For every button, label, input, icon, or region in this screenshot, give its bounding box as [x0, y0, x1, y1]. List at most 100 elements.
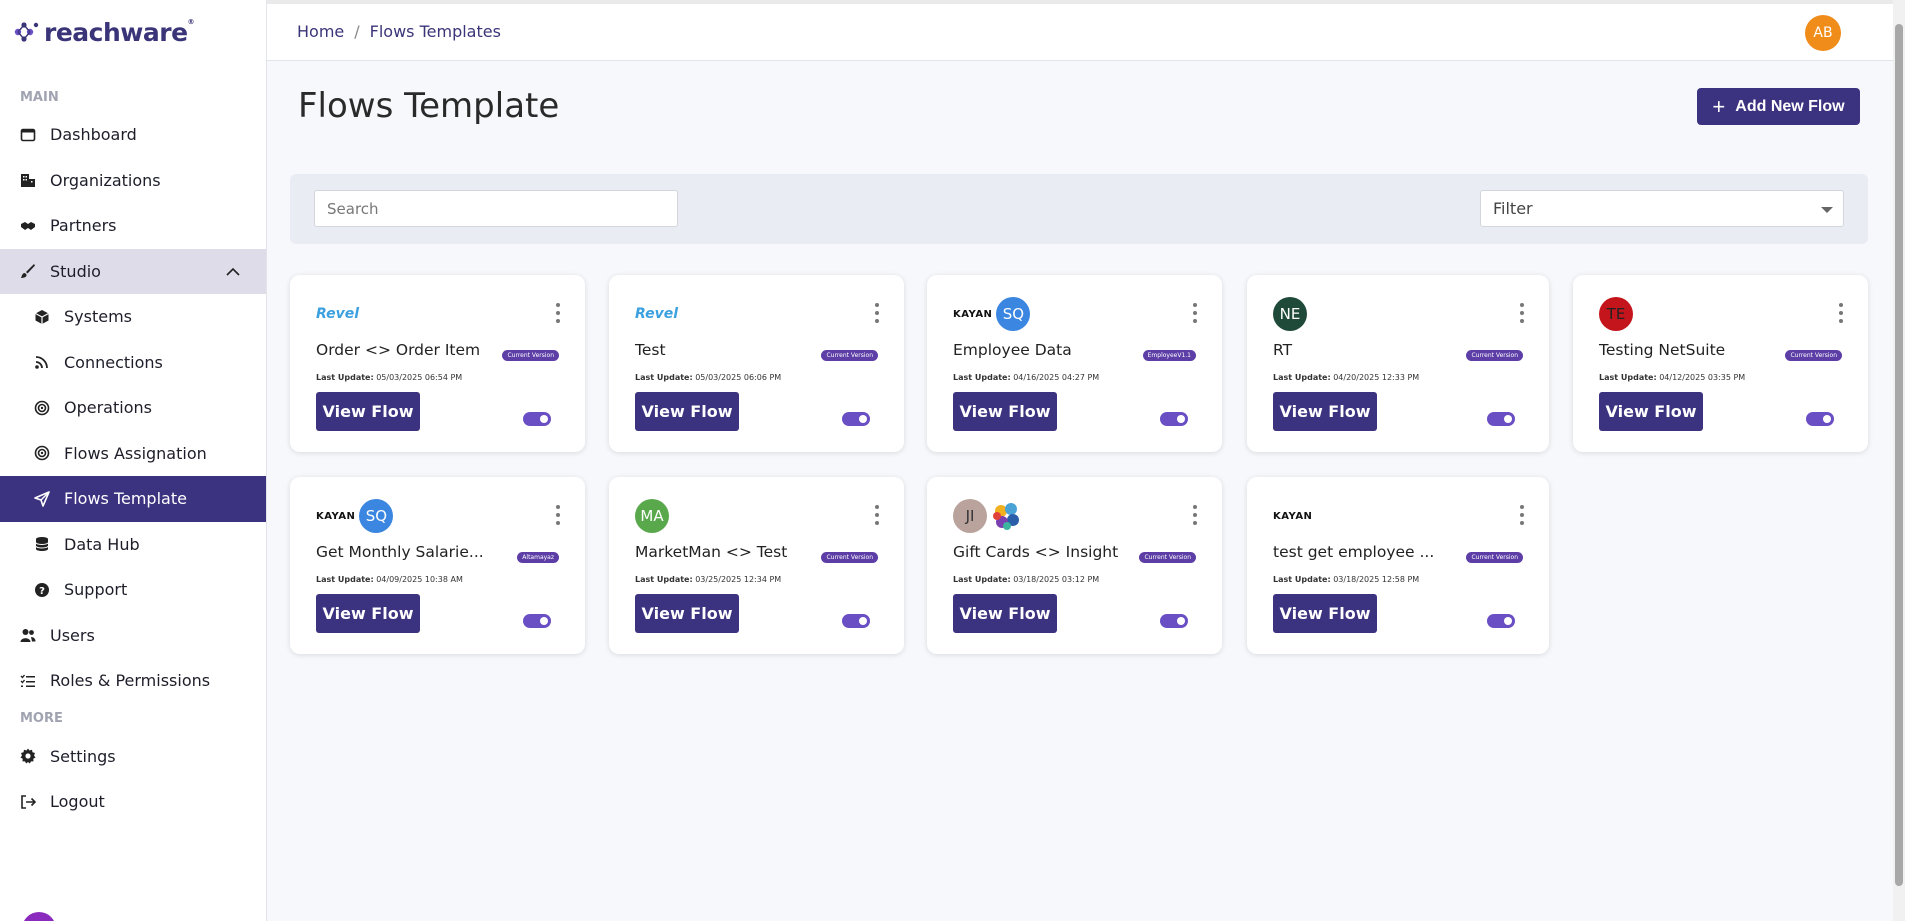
- sidebar-item-users[interactable]: Users: [0, 613, 266, 659]
- section-label-main: MAIN: [20, 89, 59, 105]
- sidebar-item-dashboard[interactable]: Dashboard: [0, 112, 266, 158]
- flow-card: NE RT Current Version Last Update: 04/20…: [1247, 275, 1549, 452]
- version-badge: Current Version: [821, 552, 878, 563]
- last-update-label: Last Update:: [1273, 575, 1331, 584]
- insight-logo-icon: [993, 503, 1019, 530]
- view-flow-button[interactable]: View Flow: [316, 392, 420, 431]
- card-logo: JI: [953, 499, 1023, 533]
- chevron-up-icon[interactable]: [224, 263, 242, 281]
- flow-card: KAYAN test get employee ... Current Vers…: [1247, 477, 1549, 654]
- more-vertical-icon[interactable]: [874, 303, 880, 323]
- sidebar-item-support[interactable]: ? Support: [0, 567, 266, 613]
- sidebar-item-operations[interactable]: Operations: [0, 385, 266, 431]
- sidebar-item-flows-assignation[interactable]: Flows Assignation: [0, 431, 266, 477]
- last-update: Last Update: 04/20/2025 12:33 PM: [1273, 373, 1419, 382]
- database-icon: [34, 536, 50, 552]
- help-icon: ?: [34, 582, 50, 598]
- flow-card: Revel Test Current Version Last Update: …: [609, 275, 904, 452]
- flow-card: JI Gift Cards <> Insight Current Version…: [927, 477, 1222, 654]
- active-toggle[interactable]: [1160, 412, 1188, 426]
- more-vertical-icon[interactable]: [1838, 303, 1844, 323]
- plus-icon: +: [1712, 93, 1726, 119]
- sidebar-item-data-hub[interactable]: Data Hub: [0, 522, 266, 568]
- active-toggle[interactable]: [1806, 412, 1834, 426]
- active-toggle[interactable]: [842, 614, 870, 628]
- sidebar-item-organizations[interactable]: Organizations: [0, 158, 266, 204]
- active-toggle[interactable]: [523, 614, 551, 628]
- card-logo: KAYAN: [1273, 499, 1314, 533]
- version-badge: Current Version: [821, 350, 878, 361]
- more-vertical-icon[interactable]: [1519, 303, 1525, 323]
- last-update-date: 03/18/2025 03:12 PM: [1013, 575, 1100, 584]
- last-update-date: 04/09/2025 10:38 AM: [376, 575, 463, 584]
- user-avatar[interactable]: AB: [1805, 15, 1841, 51]
- more-vertical-icon[interactable]: [1192, 303, 1198, 323]
- active-toggle[interactable]: [1487, 614, 1515, 628]
- sidebar: reachware® MAIN Dashboard Organizations …: [0, 0, 267, 921]
- view-flow-button[interactable]: View Flow: [953, 392, 1057, 431]
- view-flow-button[interactable]: View Flow: [316, 594, 420, 633]
- last-update-label: Last Update:: [1599, 373, 1657, 382]
- active-toggle[interactable]: [1487, 412, 1515, 426]
- version-badge: Current Version: [1466, 552, 1523, 563]
- sidebar-item-studio[interactable]: Studio: [0, 248, 266, 294]
- view-flow-button[interactable]: View Flow: [1599, 392, 1703, 431]
- sidebar-item-label: Settings: [50, 746, 116, 766]
- view-flow-button[interactable]: View Flow: [1273, 594, 1377, 633]
- sidebar-item-systems[interactable]: Systems: [0, 294, 266, 340]
- card-logo: TE: [1599, 297, 1633, 331]
- last-update-label: Last Update:: [316, 575, 374, 584]
- sidebar-item-flows-template[interactable]: Flows Template: [0, 476, 266, 522]
- target-icon: [34, 445, 50, 461]
- system-avatar: MA: [635, 499, 669, 533]
- last-update-label: Last Update:: [1273, 373, 1331, 382]
- brand-logo[interactable]: reachware®: [0, 0, 266, 64]
- active-toggle[interactable]: [842, 412, 870, 426]
- card-title: Gift Cards <> Insight: [953, 543, 1119, 561]
- search-input[interactable]: [314, 190, 678, 227]
- active-toggle[interactable]: [1160, 614, 1188, 628]
- add-new-flow-button[interactable]: + Add New Flow: [1697, 88, 1860, 125]
- scrollbar-thumb[interactable]: [1895, 24, 1903, 886]
- sidebar-item-label: Flows Template: [64, 489, 187, 509]
- flow-card: KAYAN SQ Employee Data EmployeeV1.1 Last …: [927, 275, 1222, 452]
- card-title: Employee Data: [953, 341, 1072, 359]
- sidebar-item-label: Studio: [50, 261, 101, 281]
- svg-text:?: ?: [39, 586, 45, 597]
- scrollbar[interactable]: [1893, 0, 1905, 921]
- active-toggle[interactable]: [523, 412, 551, 426]
- send-icon: [34, 490, 50, 507]
- view-flow-button[interactable]: View Flow: [635, 392, 739, 431]
- sidebar-item-label: Partners: [50, 216, 117, 236]
- dashboard-icon: [20, 127, 36, 143]
- handshake-icon: [20, 218, 36, 234]
- filter-select[interactable]: Filter: [1480, 190, 1844, 227]
- view-flow-button[interactable]: View Flow: [635, 594, 739, 633]
- view-flow-button[interactable]: View Flow: [1273, 392, 1377, 431]
- sidebar-item-partners[interactable]: Partners: [0, 203, 266, 249]
- last-update-label: Last Update:: [953, 575, 1011, 584]
- last-update-date: 04/16/2025 04:27 PM: [1013, 373, 1100, 382]
- card-title: test get employee ...: [1273, 543, 1435, 561]
- sidebar-item-connections[interactable]: Connections: [0, 340, 266, 386]
- more-vertical-icon[interactable]: [1192, 505, 1198, 525]
- sidebar-item-settings[interactable]: Settings: [0, 734, 266, 780]
- sidebar-item-roles-permissions[interactable]: Roles & Permissions: [0, 658, 266, 704]
- version-badge: EmployeeV1.1: [1142, 350, 1196, 361]
- kayan-logo: KAYAN: [1273, 510, 1313, 522]
- card-logo: Revel: [316, 297, 359, 331]
- sidebar-item-label: Logout: [50, 792, 105, 812]
- more-vertical-icon[interactable]: [555, 505, 561, 525]
- more-vertical-icon[interactable]: [874, 505, 880, 525]
- flow-card: Revel Order <> Order Item Current Versio…: [290, 275, 585, 452]
- users-icon: [20, 627, 36, 643]
- sidebar-avatar[interactable]: [22, 912, 56, 921]
- sidebar-item-logout[interactable]: Logout: [0, 779, 266, 825]
- more-vertical-icon[interactable]: [1519, 505, 1525, 525]
- sidebar-item-label: Organizations: [50, 170, 161, 190]
- sidebar-item-label: Systems: [64, 307, 132, 327]
- view-flow-button[interactable]: View Flow: [953, 594, 1057, 633]
- more-vertical-icon[interactable]: [555, 303, 561, 323]
- breadcrumb-home[interactable]: Home: [297, 22, 344, 41]
- card-logo: KAYAN SQ: [316, 499, 394, 533]
